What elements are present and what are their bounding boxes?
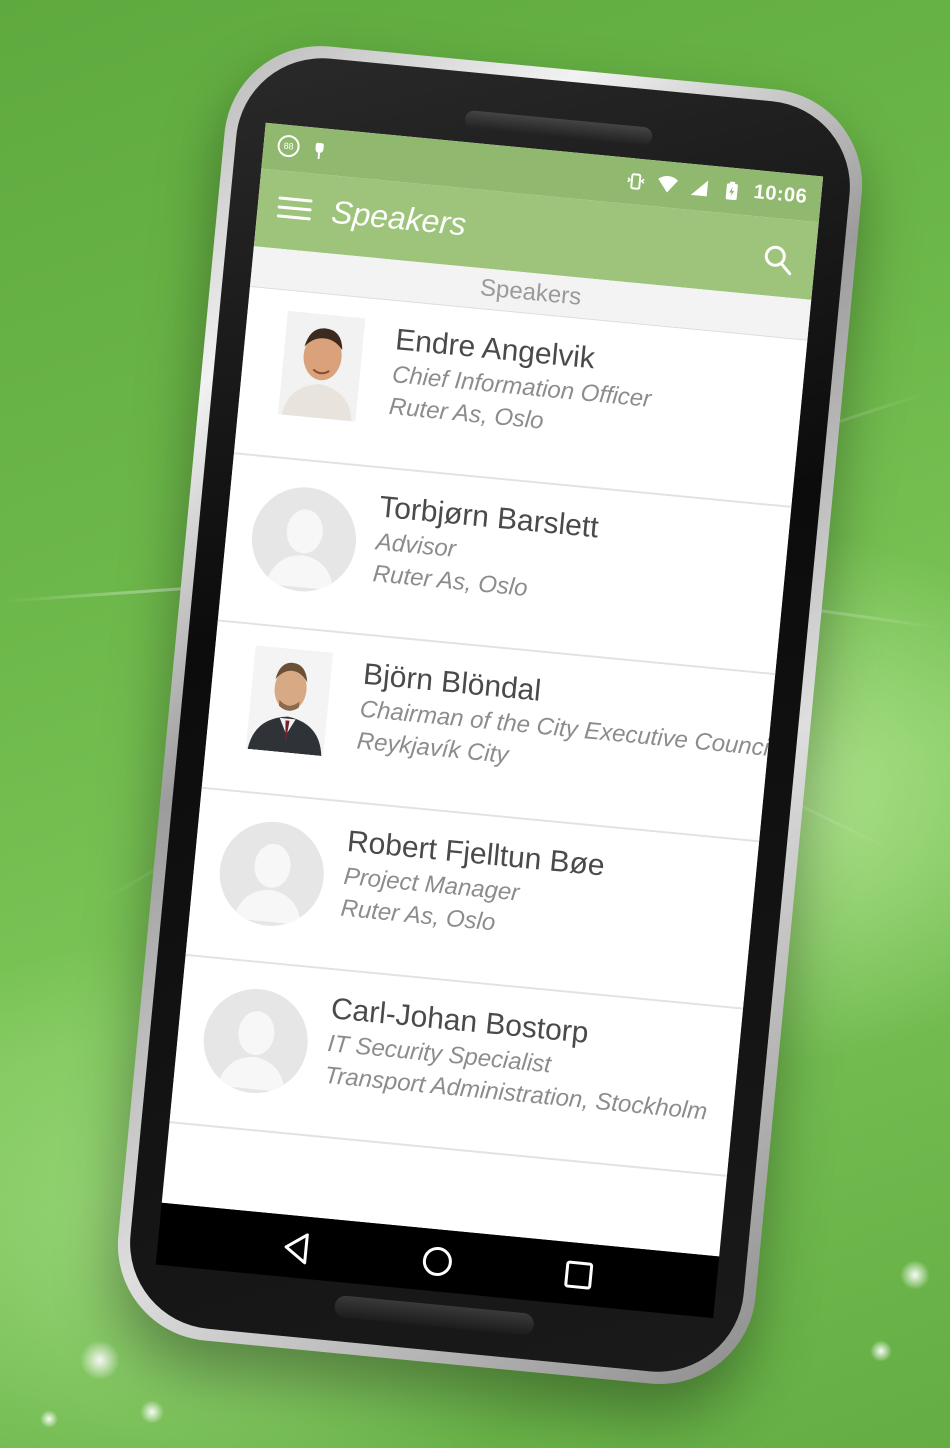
recents-icon[interactable]	[559, 1255, 598, 1294]
usb-icon	[313, 139, 327, 160]
signal-icon	[691, 179, 709, 196]
speaker-photo	[277, 310, 366, 422]
search-icon[interactable]	[762, 243, 795, 276]
speaker-photo	[245, 645, 334, 757]
status-time: 10:06	[752, 180, 809, 208]
back-icon[interactable]	[276, 1228, 315, 1267]
phone: 88 10:06 Speakers Speakers Endre Angelvi…	[109, 37, 871, 1393]
sparkle	[140, 1400, 164, 1424]
sparkle	[900, 1260, 930, 1290]
screen: 88 10:06 Speakers Speakers Endre Angelvi…	[161, 122, 824, 1257]
avatar-placeholder-icon	[247, 482, 361, 597]
sparkle	[80, 1340, 120, 1380]
earpiece	[464, 109, 654, 146]
app-title: Speakers	[329, 193, 468, 243]
battery-icon	[726, 181, 739, 200]
wifi-icon	[658, 175, 679, 193]
avatar-placeholder-icon	[215, 817, 329, 931]
sparkle	[870, 1340, 892, 1362]
notification-icon: 88	[276, 134, 301, 159]
avatar-placeholder-icon	[198, 984, 313, 1098]
bottom-speaker	[333, 1294, 535, 1336]
sparkle	[40, 1410, 58, 1428]
home-icon[interactable]	[418, 1242, 457, 1281]
menu-icon[interactable]	[276, 192, 313, 225]
vibrate-icon	[627, 172, 645, 190]
speaker-list: Endre Angelvik Chief Information Officer…	[169, 287, 808, 1177]
